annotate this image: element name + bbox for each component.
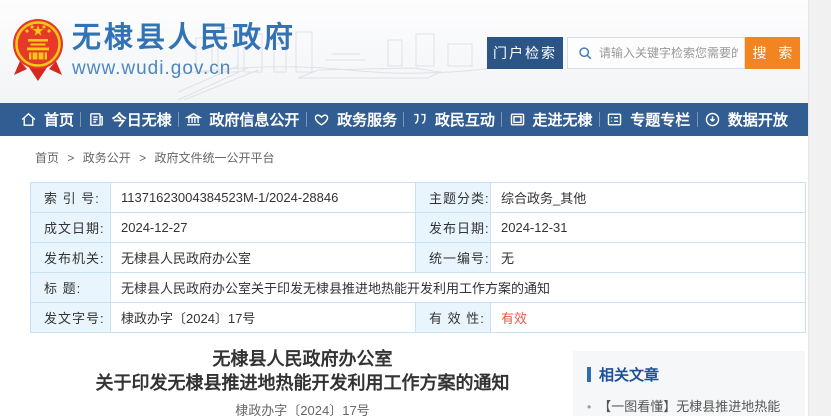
table-row: 发文字号: 棣政办字〔2024〕17号 有 效 性: 有效 <box>31 303 806 333</box>
document-title-line1: 无棣县人民政府办公室 <box>30 347 575 371</box>
search-icon <box>577 45 593 61</box>
nav-label: 专题专栏 <box>630 109 690 130</box>
nav-item-gov-info[interactable]: 政府信息公开 <box>185 109 299 130</box>
site-title: 无棣县人民政府 <box>72 21 296 55</box>
breadcrumb-platform[interactable]: 政府文件统一公开平台 <box>154 151 274 165</box>
bullet: • <box>587 397 591 416</box>
document-number: 棣政办字〔2024〕17号 <box>30 400 575 416</box>
heart-service-icon <box>313 111 330 128</box>
site-brand: 无棣县人民政府 www.wudi.gov.cn <box>72 21 296 80</box>
breadcrumb-gov-open[interactable]: 政务公开 <box>83 151 131 165</box>
doc-no-label: 发文字号: <box>31 303 111 333</box>
nav-label: 走进无棣 <box>533 109 593 130</box>
publish-date-value: 2024-12-31 <box>491 213 806 243</box>
breadcrumb-home[interactable]: 首页 <box>35 151 59 165</box>
written-date-value: 2024-12-27 <box>111 213 416 243</box>
unified-no-value: 无 <box>491 243 806 273</box>
site-url: www.wudi.gov.cn <box>72 58 296 80</box>
unified-no-label: 统一编号: <box>416 243 491 273</box>
index-no-value: 11371623004384523M-1/2024-28846 <box>111 183 416 213</box>
portal-search-button[interactable]: 门户检索 <box>487 37 563 69</box>
publish-date-label: 发布日期: <box>416 213 491 243</box>
title-label: 标 题: <box>31 273 111 303</box>
related-articles-panel: 相关文章 • 【一图看懂】无棣县推进地热能开发利用工作方案 <box>573 351 805 416</box>
topic-label: 主题分类: <box>416 183 491 213</box>
title-value: 无棣县人民政府办公室关于印发无棣县推进地热能开发利用工作方案的通知 <box>111 273 806 303</box>
nav-label: 政民互动 <box>435 109 495 130</box>
nav-item-open-data[interactable]: 数据开放 <box>704 109 788 130</box>
main-nav: 首页 今日无棣 政府信息公开 政务服务 <box>0 103 808 136</box>
nav-label: 数据开放 <box>728 109 788 130</box>
scrollbar-track[interactable] <box>808 0 831 416</box>
topic-value: 综合政务_其他 <box>491 183 806 213</box>
written-date-label: 成文日期: <box>31 213 111 243</box>
table-row: 发布机关: 无棣县人民政府办公室 统一编号: 无 <box>31 243 806 273</box>
nav-item-interaction[interactable]: 政民互动 <box>411 109 495 130</box>
table-row: 索 引 号: 11371623004384523M-1/2024-28846 主… <box>31 183 806 213</box>
related-article-text: 【一图看懂】无棣县推进地热能开发利用工作方案 <box>598 397 791 416</box>
related-articles-header: 相关文章 <box>587 364 791 385</box>
validity-value: 有效 <box>491 303 806 333</box>
breadcrumb-separator: > <box>139 151 146 165</box>
page: 无棣县人民政府 www.wudi.gov.cn 门户检索 搜 索 首页 <box>0 0 808 416</box>
breadcrumb: 首页 > 政务公开 > 政府文件统一公开平台 <box>35 149 274 166</box>
search-button[interactable]: 搜 索 <box>745 37 800 69</box>
related-article-link[interactable]: • 【一图看懂】无棣县推进地热能开发利用工作方案 <box>587 397 791 416</box>
site-header: 无棣县人民政府 www.wudi.gov.cn 门户检索 搜 索 <box>0 0 808 103</box>
nav-item-topics[interactable]: 专题专栏 <box>606 109 690 130</box>
validity-label: 有 效 性: <box>416 303 491 333</box>
nav-separator <box>697 112 698 127</box>
nav-separator <box>403 112 404 127</box>
nav-item-about[interactable]: 走进无棣 <box>509 109 593 130</box>
index-no-label: 索 引 号: <box>31 183 111 213</box>
related-articles-title: 相关文章 <box>599 364 659 385</box>
nav-item-home[interactable]: 首页 <box>20 109 74 130</box>
table-row: 标 题: 无棣县人民政府办公室关于印发无棣县推进地热能开发利用工作方案的通知 <box>31 273 806 303</box>
nav-label: 首页 <box>44 109 74 130</box>
table-row: 成文日期: 2024-12-27 发布日期: 2024-12-31 <box>31 213 806 243</box>
nav-item-today[interactable]: 今日无棣 <box>88 109 172 130</box>
publisher-value: 无棣县人民政府办公室 <box>111 243 416 273</box>
cloud-download-icon <box>704 111 721 128</box>
nav-separator <box>178 112 179 127</box>
nav-label: 政府信息公开 <box>209 109 299 130</box>
accent-bar <box>587 367 591 382</box>
nav-item-services[interactable]: 政务服务 <box>313 109 397 130</box>
scenery-icon <box>509 111 526 128</box>
nav-separator <box>80 112 81 127</box>
home-icon <box>20 111 37 128</box>
government-building-icon <box>185 111 202 128</box>
nav-separator <box>501 112 502 127</box>
list-icon <box>606 111 623 128</box>
document-title-line2: 关于印发无棣县推进地热能开发利用工作方案的通知 <box>30 371 575 395</box>
document-header: 无棣县人民政府办公室 关于印发无棣县推进地热能开发利用工作方案的通知 棣政办字〔… <box>30 347 575 416</box>
dialogue-icon <box>411 111 428 128</box>
doc-no-value: 棣政办字〔2024〕17号 <box>111 303 416 333</box>
nav-label: 政务服务 <box>337 109 397 130</box>
nav-separator <box>599 112 600 127</box>
search-box[interactable] <box>567 37 745 69</box>
breadcrumb-separator: > <box>67 151 74 165</box>
national-emblem-logo <box>12 17 64 83</box>
search-input[interactable] <box>599 46 738 60</box>
document-meta-table: 索 引 号: 11371623004384523M-1/2024-28846 主… <box>30 182 806 333</box>
nav-label: 今日无棣 <box>112 109 172 130</box>
nav-separator <box>306 112 307 127</box>
publisher-label: 发布机关: <box>31 243 111 273</box>
news-icon <box>88 111 105 128</box>
